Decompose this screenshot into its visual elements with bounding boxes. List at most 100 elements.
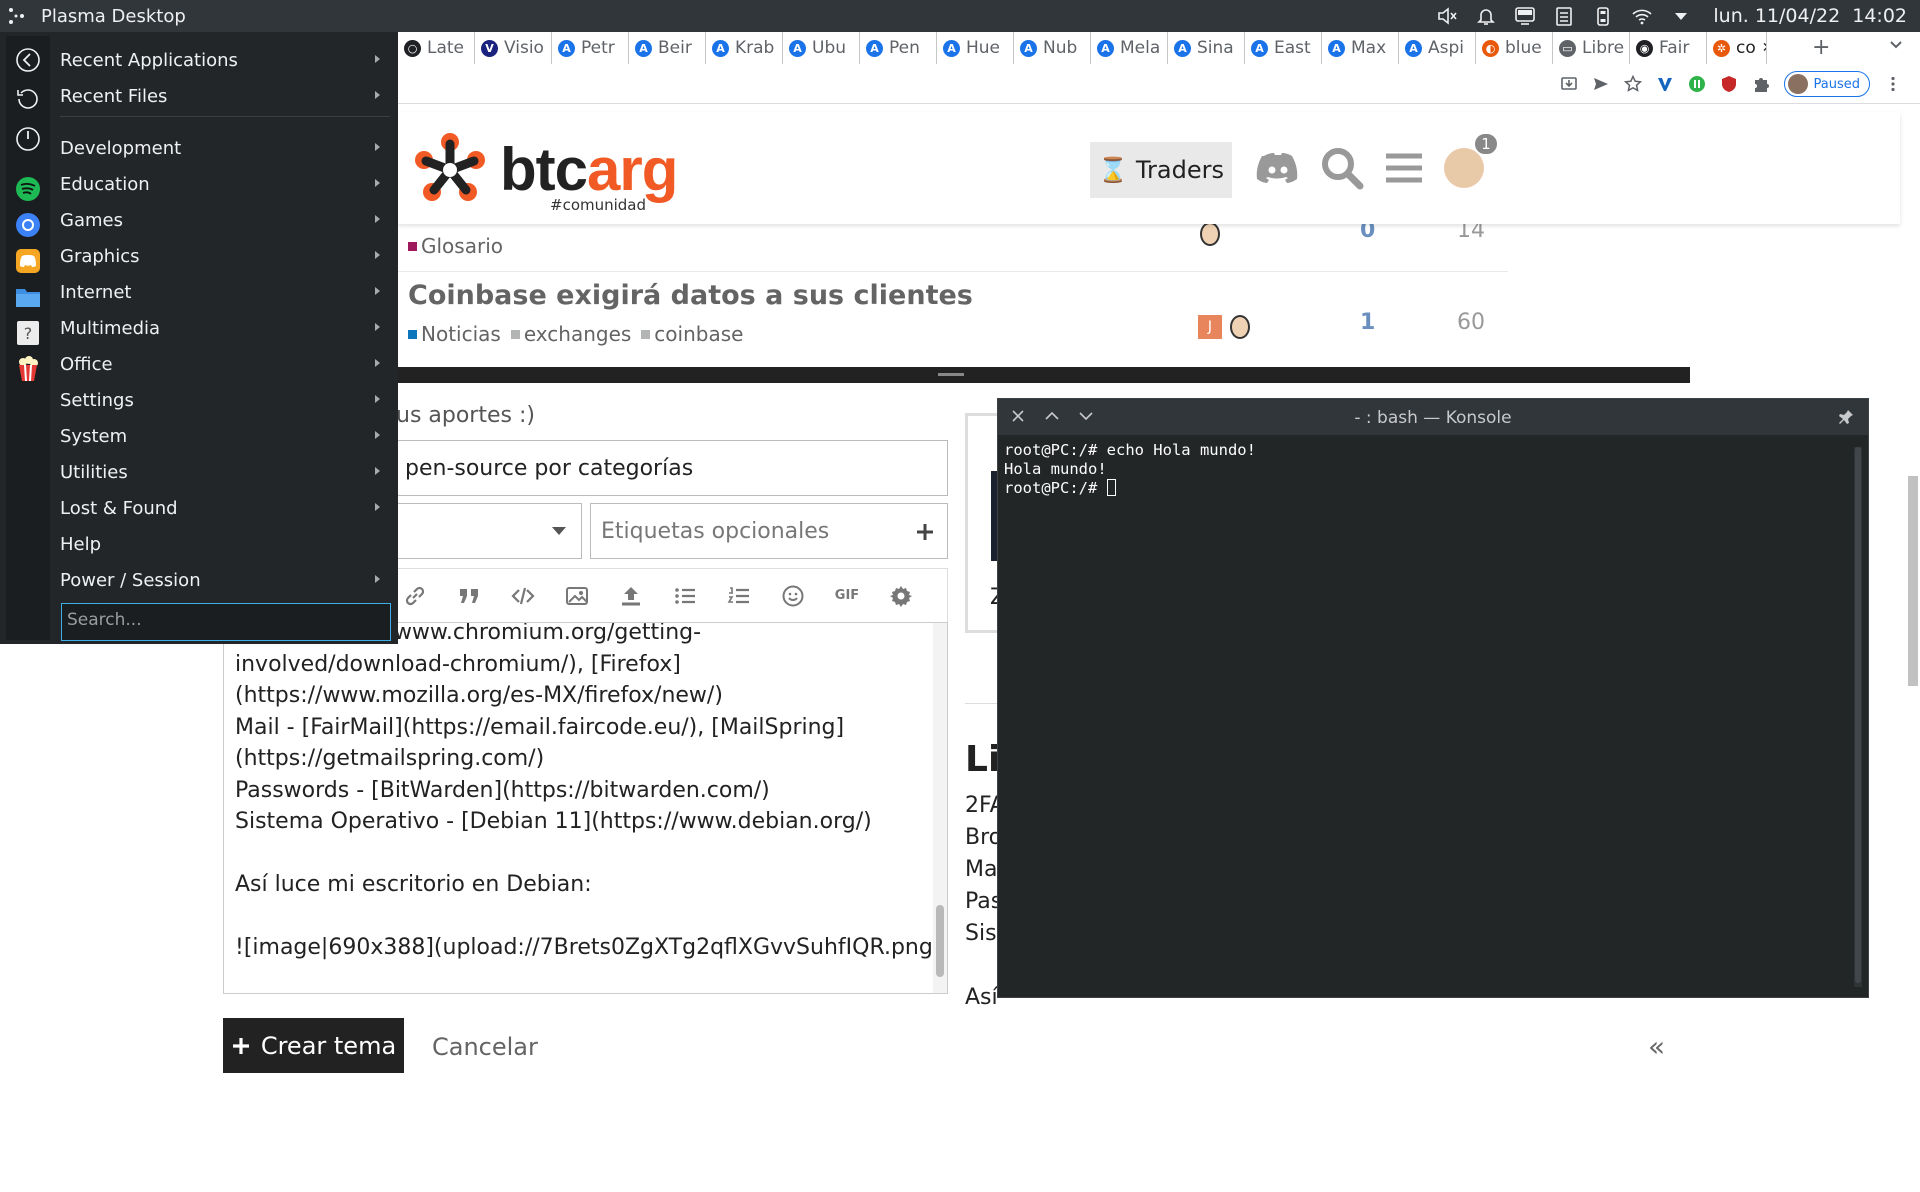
browser-tab[interactable]: ▭ Libre [1553,32,1630,64]
konsole-window[interactable]: - : bash — Konsole root@PC:/# echo Hola … [997,398,1869,998]
menu-item-help[interactable]: Help [60,527,394,561]
display-icon[interactable] [1514,5,1536,27]
menu-item-recent-files[interactable]: Recent Files [60,79,394,113]
extension-green-icon[interactable] [1688,75,1706,93]
extension-red-icon[interactable] [1720,75,1738,93]
star-icon[interactable] [1623,75,1642,93]
page-scrollbar[interactable] [1908,224,1920,1192]
browser-tab[interactable]: A Petr [552,32,629,64]
files-icon[interactable] [15,284,41,310]
create-topic-button[interactable]: Crear tema [223,1018,404,1073]
menu-item-recent-applications[interactable]: Recent Applications [60,43,394,77]
topic-row[interactable]: Coinbase exigirá datos a sus clientes Not… [398,280,1508,403]
bullet-list-icon[interactable] [658,569,712,623]
topic-title[interactable]: Coinbase exigirá datos a sus clientes [408,280,973,311]
hamburger-menu-icon[interactable] [1380,144,1428,192]
poster-avatar[interactable]: J [1198,315,1222,339]
browser-tab[interactable]: A Ubu [783,32,860,64]
markdown-editor[interactable]: mium](https://www.chromium.org/getting- … [223,622,948,994]
topic-row[interactable]: Glosario 0 14 [398,218,1508,284]
search-icon[interactable] [1318,144,1366,192]
site-logo[interactable]: btcarg #comunidad [410,130,678,214]
send-icon[interactable] [1592,75,1610,93]
terminal-output[interactable]: root@PC:/# echo Hola mundo! Hola mundo! ro… [1004,441,1256,498]
editor-scrollbar[interactable] [933,623,947,993]
menu-item-multimedia[interactable]: Multimedia [60,311,394,345]
topic-category[interactable]: coinbase [641,322,743,346]
pin-icon[interactable] [1838,409,1854,425]
more-menu-icon[interactable] [1884,75,1902,93]
browser-tab[interactable]: A Sina [1168,32,1245,64]
spotify-icon[interactable] [15,176,41,202]
menu-item-development[interactable]: Development [60,131,394,165]
volume-muted-icon[interactable] [1436,5,1458,27]
new-tab-button[interactable]: + [1812,35,1830,60]
clipboard-icon[interactable] [1553,5,1575,27]
popcorn-icon[interactable] [15,356,41,382]
discord-icon[interactable] [15,248,41,274]
menu-item-settings[interactable]: Settings [60,383,394,417]
menu-item-education[interactable]: Education [60,167,394,201]
browser-tab[interactable]: A Max [1322,32,1399,64]
tab-active[interactable]: ✲ co ✕ [1707,32,1767,64]
discord-icon[interactable] [1254,144,1302,192]
menu-item-office[interactable]: Office [60,347,394,381]
poster-avatar[interactable] [1230,315,1250,339]
menu-item-graphics[interactable]: Graphics [60,239,394,273]
close-tab-icon[interactable]: ✕ [1762,40,1766,56]
puzzle-icon[interactable] [1752,75,1770,93]
notifications-icon[interactable] [1475,5,1497,27]
emoji-icon[interactable] [766,569,820,623]
gif-button[interactable]: GIF [820,569,874,623]
browser-tab[interactable]: A East [1245,32,1322,64]
menu-item-games[interactable]: Games [60,203,394,237]
menu-item-system[interactable]: System [60,419,394,453]
gear-icon[interactable] [874,569,928,623]
tab-search-icon[interactable] [1888,36,1904,52]
browser-tab[interactable]: A Pen [860,32,937,64]
topic-category[interactable]: Noticias [408,322,501,346]
back-icon[interactable] [15,47,41,73]
tags-input[interactable]: Etiquetas opcionales [590,503,948,559]
browser-tab[interactable]: ○ Late [398,32,475,64]
chromium-icon[interactable] [15,212,41,238]
code-icon[interactable] [496,569,550,623]
application-launcher-icon[interactable] [6,6,28,26]
menu-item-lost-found[interactable]: Lost & Found [60,491,394,525]
clock[interactable]: lun. 11/04/22 14:02 [1713,5,1907,27]
browser-tab[interactable]: A Aspi [1399,32,1476,64]
wifi-icon[interactable] [1631,5,1653,27]
menu-item-internet[interactable]: Internet [60,275,394,309]
terminal-scrollbar[interactable] [1854,447,1862,987]
konsole-titlebar[interactable]: - : bash — Konsole [998,399,1868,435]
browser-tab[interactable]: A Beir [629,32,706,64]
battery-icon[interactable] [1592,5,1614,27]
expand-tray-icon[interactable] [1670,5,1692,27]
browser-tab[interactable]: V Visio [475,32,552,64]
browser-tab[interactable]: ◉ Fair [1630,32,1707,64]
browser-tab[interactable]: ◐ blue [1476,32,1553,64]
extension-v-icon[interactable] [1656,75,1674,93]
menu-item-utilities[interactable]: Utilities [60,455,394,489]
quote-icon[interactable] [442,569,496,623]
resize-grip[interactable] [938,373,964,376]
power-icon[interactable] [15,126,41,152]
traders-button[interactable]: ⌛ Traders [1090,142,1232,198]
upload-icon[interactable] [604,569,658,623]
browser-tab[interactable]: A Krab [706,32,783,64]
category-select[interactable] [394,503,582,559]
topic-category[interactable]: Glosario [408,234,503,258]
help-icon[interactable]: ? [15,320,41,346]
history-icon[interactable] [15,86,41,112]
browser-tab[interactable]: A Mela [1091,32,1168,64]
topic-category[interactable]: exchanges [510,322,631,346]
menu-item-power-session[interactable]: Power / Session [60,563,394,597]
title-input[interactable]: pen-source por categorías [394,440,948,496]
browser-tab[interactable]: A Nub [1014,32,1091,64]
browser-tab[interactable]: A Hue [937,32,1014,64]
poster-avatar[interactable] [1200,222,1220,246]
numbered-list-icon[interactable] [712,569,766,623]
profile-paused-button[interactable]: Paused [1783,71,1870,97]
install-icon[interactable] [1560,75,1578,93]
cancel-button[interactable]: Cancelar [432,1033,538,1061]
